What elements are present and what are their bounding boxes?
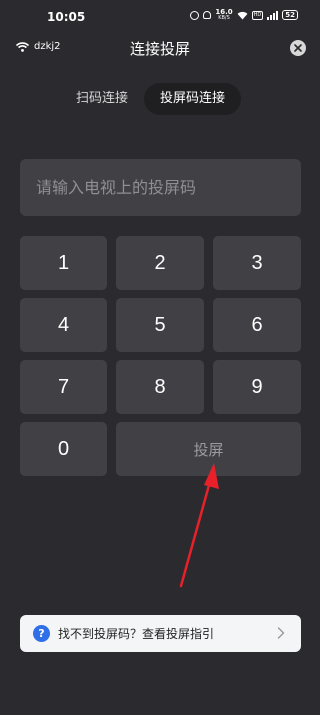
chevron-right-icon xyxy=(277,627,285,639)
close-button[interactable] xyxy=(290,40,306,56)
key-3[interactable]: 3 xyxy=(213,236,301,290)
page-title: 连接投屏 xyxy=(129,40,190,58)
battery-icon: 52 xyxy=(282,10,298,20)
cast-button[interactable]: 投屏 xyxy=(116,422,301,476)
key-8[interactable]: 8 xyxy=(116,360,204,414)
tab-code-connect[interactable]: 投屏码连接 xyxy=(144,83,242,115)
status-time: 10:05 xyxy=(47,10,86,24)
status-icons: 16.0 KB/S HD 52 xyxy=(190,9,298,21)
connection-tabs: 扫码连接 投屏码连接 xyxy=(60,83,260,115)
status-bar: 10:05 16.0 KB/S HD 52 xyxy=(0,0,320,34)
notification-icon xyxy=(203,11,212,19)
cast-guide-link[interactable]: ? 找不到投屏码？查看投屏指引 xyxy=(20,615,301,652)
key-2[interactable]: 2 xyxy=(116,236,204,290)
key-9[interactable]: 9 xyxy=(213,360,301,414)
help-text: 找不到投屏码？查看投屏指引 xyxy=(58,627,215,641)
hd-badge: HD xyxy=(251,10,264,20)
key-4[interactable]: 4 xyxy=(20,298,107,352)
close-icon xyxy=(294,44,302,52)
cast-code-input[interactable] xyxy=(20,159,301,216)
key-7[interactable]: 7 xyxy=(20,360,107,414)
alarm-icon xyxy=(190,10,200,20)
network-speed: 16.0 KB/S xyxy=(215,8,233,22)
key-1[interactable]: 1 xyxy=(20,236,107,290)
key-6[interactable]: 6 xyxy=(213,298,301,352)
question-icon: ? xyxy=(33,625,50,642)
key-0[interactable]: 0 xyxy=(20,422,107,476)
wifi-status-icon xyxy=(237,11,248,20)
key-5[interactable]: 5 xyxy=(116,298,204,352)
signal-icon xyxy=(267,10,279,20)
tab-scan-connect[interactable]: 扫码连接 xyxy=(60,83,144,115)
